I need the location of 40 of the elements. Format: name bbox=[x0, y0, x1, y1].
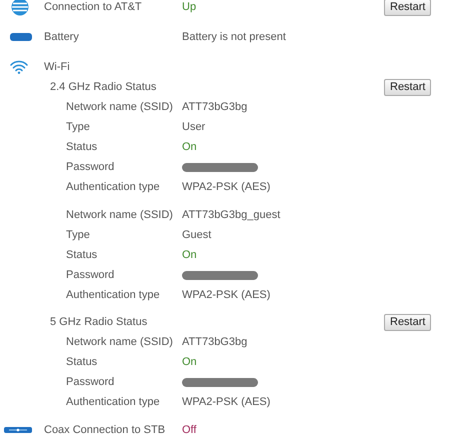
cable-icon bbox=[4, 427, 32, 433]
status-value: On bbox=[182, 248, 197, 263]
section-value: Off bbox=[182, 422, 196, 438]
field-label: Network name (SSID) bbox=[66, 100, 174, 115]
radio-heading: 5 GHz Radio Status bbox=[50, 314, 148, 330]
restart-button[interactable]: Restart bbox=[384, 314, 432, 330]
restart-button[interactable]: Restart bbox=[384, 78, 432, 96]
field-label: Authentication type bbox=[66, 288, 161, 303]
field-value: ATT73bG3bg_guest bbox=[182, 208, 280, 223]
field-label: Password bbox=[66, 160, 116, 175]
field-label: Authentication type bbox=[66, 180, 161, 195]
field-value: WPA2-PSK (AES) bbox=[182, 394, 270, 410]
section-value: Battery is not present bbox=[182, 30, 286, 45]
wifi-icon bbox=[10, 60, 28, 74]
field-label: Authentication type bbox=[66, 394, 161, 410]
battery-icon bbox=[10, 33, 32, 41]
field-value: Guest bbox=[182, 228, 212, 243]
section-value: Up bbox=[182, 0, 196, 15]
field-label: Type bbox=[66, 120, 91, 135]
field-label: Type bbox=[66, 228, 91, 243]
field-label: Network name (SSID) bbox=[66, 208, 174, 223]
restart-button[interactable]: Restart bbox=[384, 0, 432, 16]
field-label: Password bbox=[66, 268, 116, 283]
field-label: Status bbox=[66, 354, 98, 370]
field-label: Status bbox=[66, 248, 98, 263]
status-value: On bbox=[182, 140, 197, 155]
field-value: WPA2-PSK (AES) bbox=[182, 180, 270, 195]
field-label: Password bbox=[66, 374, 116, 390]
field-value: ATT73bG3bg bbox=[182, 100, 248, 115]
field-label: Status bbox=[66, 140, 98, 155]
section-label: Coax Connection to STB bbox=[44, 422, 166, 438]
section-label: Connection to AT&T bbox=[44, 0, 143, 15]
section-label: Battery bbox=[44, 30, 80, 45]
field-value: User bbox=[182, 120, 206, 135]
field-value: WPA2-PSK (AES) bbox=[182, 288, 270, 303]
radio-heading: 2.4 GHz Radio Status bbox=[50, 80, 156, 95]
status-value: On bbox=[182, 354, 197, 370]
field-value: ATT73bG3bg bbox=[182, 334, 248, 350]
section-label: Wi-Fi bbox=[44, 60, 71, 75]
field-label: Network name (SSID) bbox=[66, 334, 174, 350]
